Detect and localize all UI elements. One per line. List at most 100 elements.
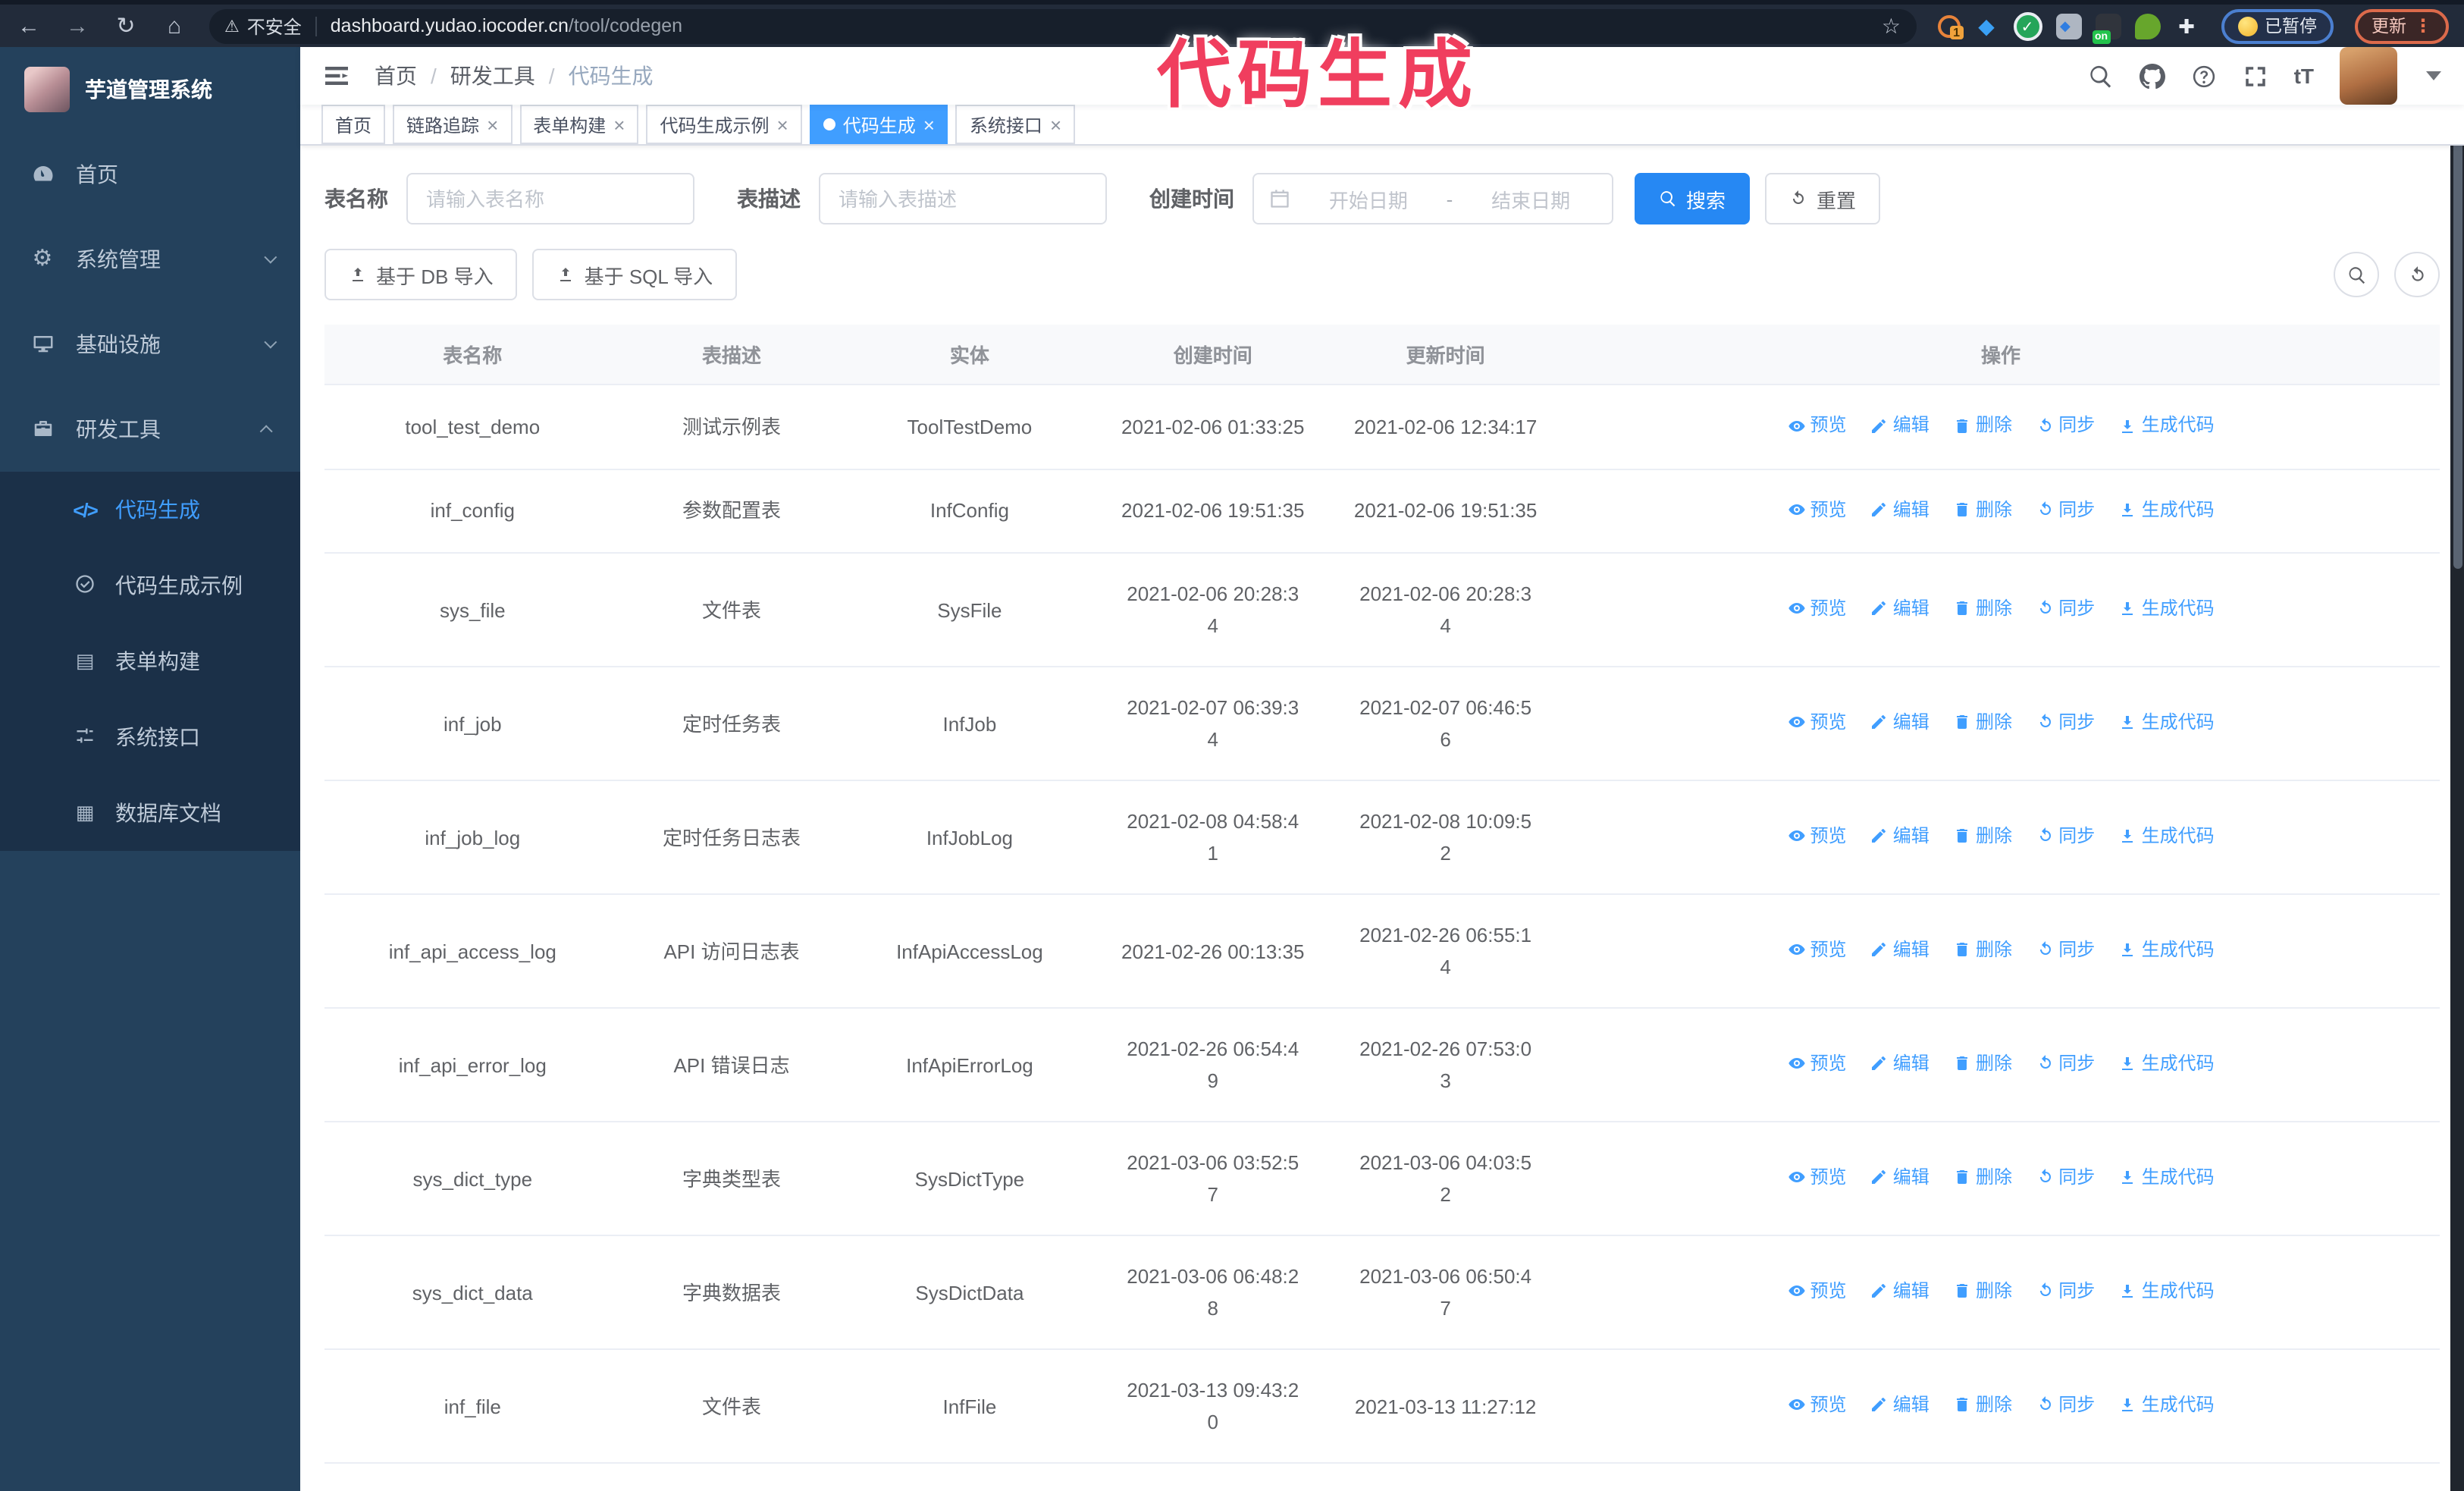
tab-form-builder[interactable]: 表单构建 × <box>519 105 639 144</box>
delete-link[interactable]: 删除 <box>1953 934 2012 966</box>
reset-button[interactable]: 重置 <box>1765 173 1881 224</box>
user-avatar[interactable] <box>2340 47 2397 105</box>
tab-codegen[interactable]: 代码生成 × <box>809 105 948 144</box>
generate-code-link[interactable]: 生成代码 <box>2119 934 2215 966</box>
search-button[interactable]: 搜索 <box>1635 173 1751 224</box>
sync-link[interactable]: 同步 <box>2036 934 2095 966</box>
preview-link[interactable]: 预览 <box>1787 1389 1846 1421</box>
sql-import-button[interactable]: 基于 SQL 导入 <box>532 249 738 300</box>
extension-gem-icon[interactable]: ◆ <box>1973 13 1999 39</box>
edit-link[interactable]: 编辑 <box>1870 934 1930 966</box>
sync-link[interactable]: 同步 <box>2036 707 2095 739</box>
browser-home-icon[interactable]: ⌂ <box>161 14 188 37</box>
breadcrumb-home[interactable]: 首页 <box>375 61 417 91</box>
edit-link[interactable]: 编辑 <box>1870 821 1930 852</box>
edit-link[interactable]: 编辑 <box>1870 1048 1930 1080</box>
delete-link[interactable]: 删除 <box>1953 593 2012 625</box>
page-scrollbar[interactable] <box>2450 94 2464 1491</box>
close-icon[interactable]: × <box>777 115 788 134</box>
extension-on-icon[interactable]: on <box>2092 13 2121 43</box>
help-icon[interactable] <box>2191 63 2217 89</box>
breadcrumb-devtools[interactable]: 研发工具 <box>450 61 535 91</box>
github-icon[interactable] <box>2139 63 2165 89</box>
db-import-button[interactable]: 基于 DB 导入 <box>324 249 518 300</box>
edit-link[interactable]: 编辑 <box>1870 593 1930 625</box>
edit-link[interactable]: 编辑 <box>1870 410 1930 441</box>
generate-code-link[interactable]: 生成代码 <box>2119 494 2215 526</box>
delete-link[interactable]: 删除 <box>1953 1048 2012 1080</box>
delete-link[interactable]: 删除 <box>1953 1389 2012 1421</box>
browser-menu-kebab-icon[interactable]: ⋮ <box>2414 15 2432 36</box>
sync-link[interactable]: 同步 <box>2036 494 2095 526</box>
generate-code-link[interactable]: 生成代码 <box>2119 1389 2215 1421</box>
browser-back-icon[interactable]: ← <box>15 14 42 37</box>
delete-link[interactable]: 删除 <box>1953 1276 2012 1307</box>
bookmark-star-icon[interactable]: ☆ <box>1882 13 1901 39</box>
extension-green-icon[interactable] <box>2134 13 2160 39</box>
delete-link[interactable]: 删除 <box>1953 410 2012 441</box>
close-icon[interactable]: × <box>923 115 935 134</box>
edit-link[interactable]: 编辑 <box>1870 707 1930 739</box>
generate-code-link[interactable]: 生成代码 <box>2119 1048 2215 1080</box>
preview-link[interactable]: 预览 <box>1787 821 1846 852</box>
url-host[interactable]: dashboard.yudao.iocoder.cn <box>331 15 569 36</box>
url-path[interactable]: /tool/codegen <box>569 15 682 36</box>
sync-link[interactable]: 同步 <box>2036 410 2095 441</box>
sidebar-item-form-builder[interactable]: ▤ 表单构建 <box>0 623 300 699</box>
generate-code-link[interactable]: 生成代码 <box>2119 707 2215 739</box>
browser-update-pill[interactable]: 更新 ⋮ <box>2355 8 2449 43</box>
generate-code-link[interactable]: 生成代码 <box>2119 593 2215 625</box>
table-name-input[interactable] <box>406 173 694 224</box>
sidebar-item-system[interactable]: ⚙ 系统管理 <box>0 217 300 302</box>
tab-api[interactable]: 系统接口 × <box>955 105 1076 144</box>
refresh-table-button[interactable] <box>2394 252 2440 297</box>
sidebar-item-devtools[interactable]: 研发工具 <box>0 387 300 472</box>
table-desc-input[interactable] <box>819 173 1107 224</box>
generate-code-link[interactable]: 生成代码 <box>2119 821 2215 852</box>
tab-codegen-example[interactable]: 代码生成示例 × <box>646 105 802 144</box>
sidebar-item-api[interactable]: 系统接口 <box>0 699 300 775</box>
sync-link[interactable]: 同步 <box>2036 1389 2095 1421</box>
edit-link[interactable]: 编辑 <box>1870 494 1930 526</box>
close-icon[interactable]: × <box>487 115 498 134</box>
sync-link[interactable]: 同步 <box>2036 593 2095 625</box>
delete-link[interactable]: 删除 <box>1953 1162 2012 1194</box>
edit-link[interactable]: 编辑 <box>1870 1389 1930 1421</box>
date-range-picker[interactable]: 开始日期 - 结束日期 <box>1252 173 1613 224</box>
hamburger-icon[interactable] <box>323 64 350 88</box>
generate-code-link[interactable]: 生成代码 <box>2119 1276 2215 1307</box>
search-icon[interactable] <box>2088 63 2114 89</box>
sidebar-logo[interactable]: 芋道管理系统 <box>0 47 300 132</box>
font-size-icon[interactable]: tT <box>2294 64 2314 88</box>
close-icon[interactable]: × <box>613 115 625 134</box>
sync-link[interactable]: 同步 <box>2036 1048 2095 1080</box>
generate-code-link[interactable]: 生成代码 <box>2119 410 2215 441</box>
sidebar-item-home[interactable]: 首页 <box>0 132 300 217</box>
delete-link[interactable]: 删除 <box>1953 821 2012 852</box>
delete-link[interactable]: 删除 <box>1953 494 2012 526</box>
fullscreen-icon[interactable] <box>2243 63 2268 89</box>
edit-link[interactable]: 编辑 <box>1870 1162 1930 1194</box>
avatar-caret-icon[interactable] <box>2426 71 2441 80</box>
browser-forward-icon[interactable]: → <box>64 14 91 37</box>
scrollbar-thumb[interactable] <box>2453 99 2462 569</box>
preview-link[interactable]: 预览 <box>1787 410 1846 441</box>
preview-link[interactable]: 预览 <box>1787 707 1846 739</box>
tab-tracing[interactable]: 链路追踪 × <box>393 105 513 144</box>
preview-link[interactable]: 预览 <box>1787 1162 1846 1194</box>
sidebar-item-codegen[interactable]: </> 代码生成 <box>0 472 300 548</box>
sync-link[interactable]: 同步 <box>2036 1276 2095 1307</box>
close-icon[interactable]: × <box>1050 115 1061 134</box>
sidebar-item-codegen-example[interactable]: 代码生成示例 <box>0 548 300 623</box>
preview-link[interactable]: 预览 <box>1787 494 1846 526</box>
extensions-puzzle-icon[interactable]: ✚ <box>2174 13 2199 39</box>
extension-check-icon[interactable]: ✓ <box>2013 11 2042 40</box>
security-label[interactable]: 不安全 <box>247 13 302 39</box>
preview-link[interactable]: 预览 <box>1787 1048 1846 1080</box>
extension-grid-icon[interactable]: ◆ <box>2055 13 2081 39</box>
sync-link[interactable]: 同步 <box>2036 1162 2095 1194</box>
preview-link[interactable]: 预览 <box>1787 593 1846 625</box>
address-bar[interactable]: ⚠ 不安全 dashboard.yudao.iocoder.cn /tool/c… <box>209 8 1916 43</box>
preview-link[interactable]: 预览 <box>1787 1276 1846 1307</box>
sync-link[interactable]: 同步 <box>2036 821 2095 852</box>
